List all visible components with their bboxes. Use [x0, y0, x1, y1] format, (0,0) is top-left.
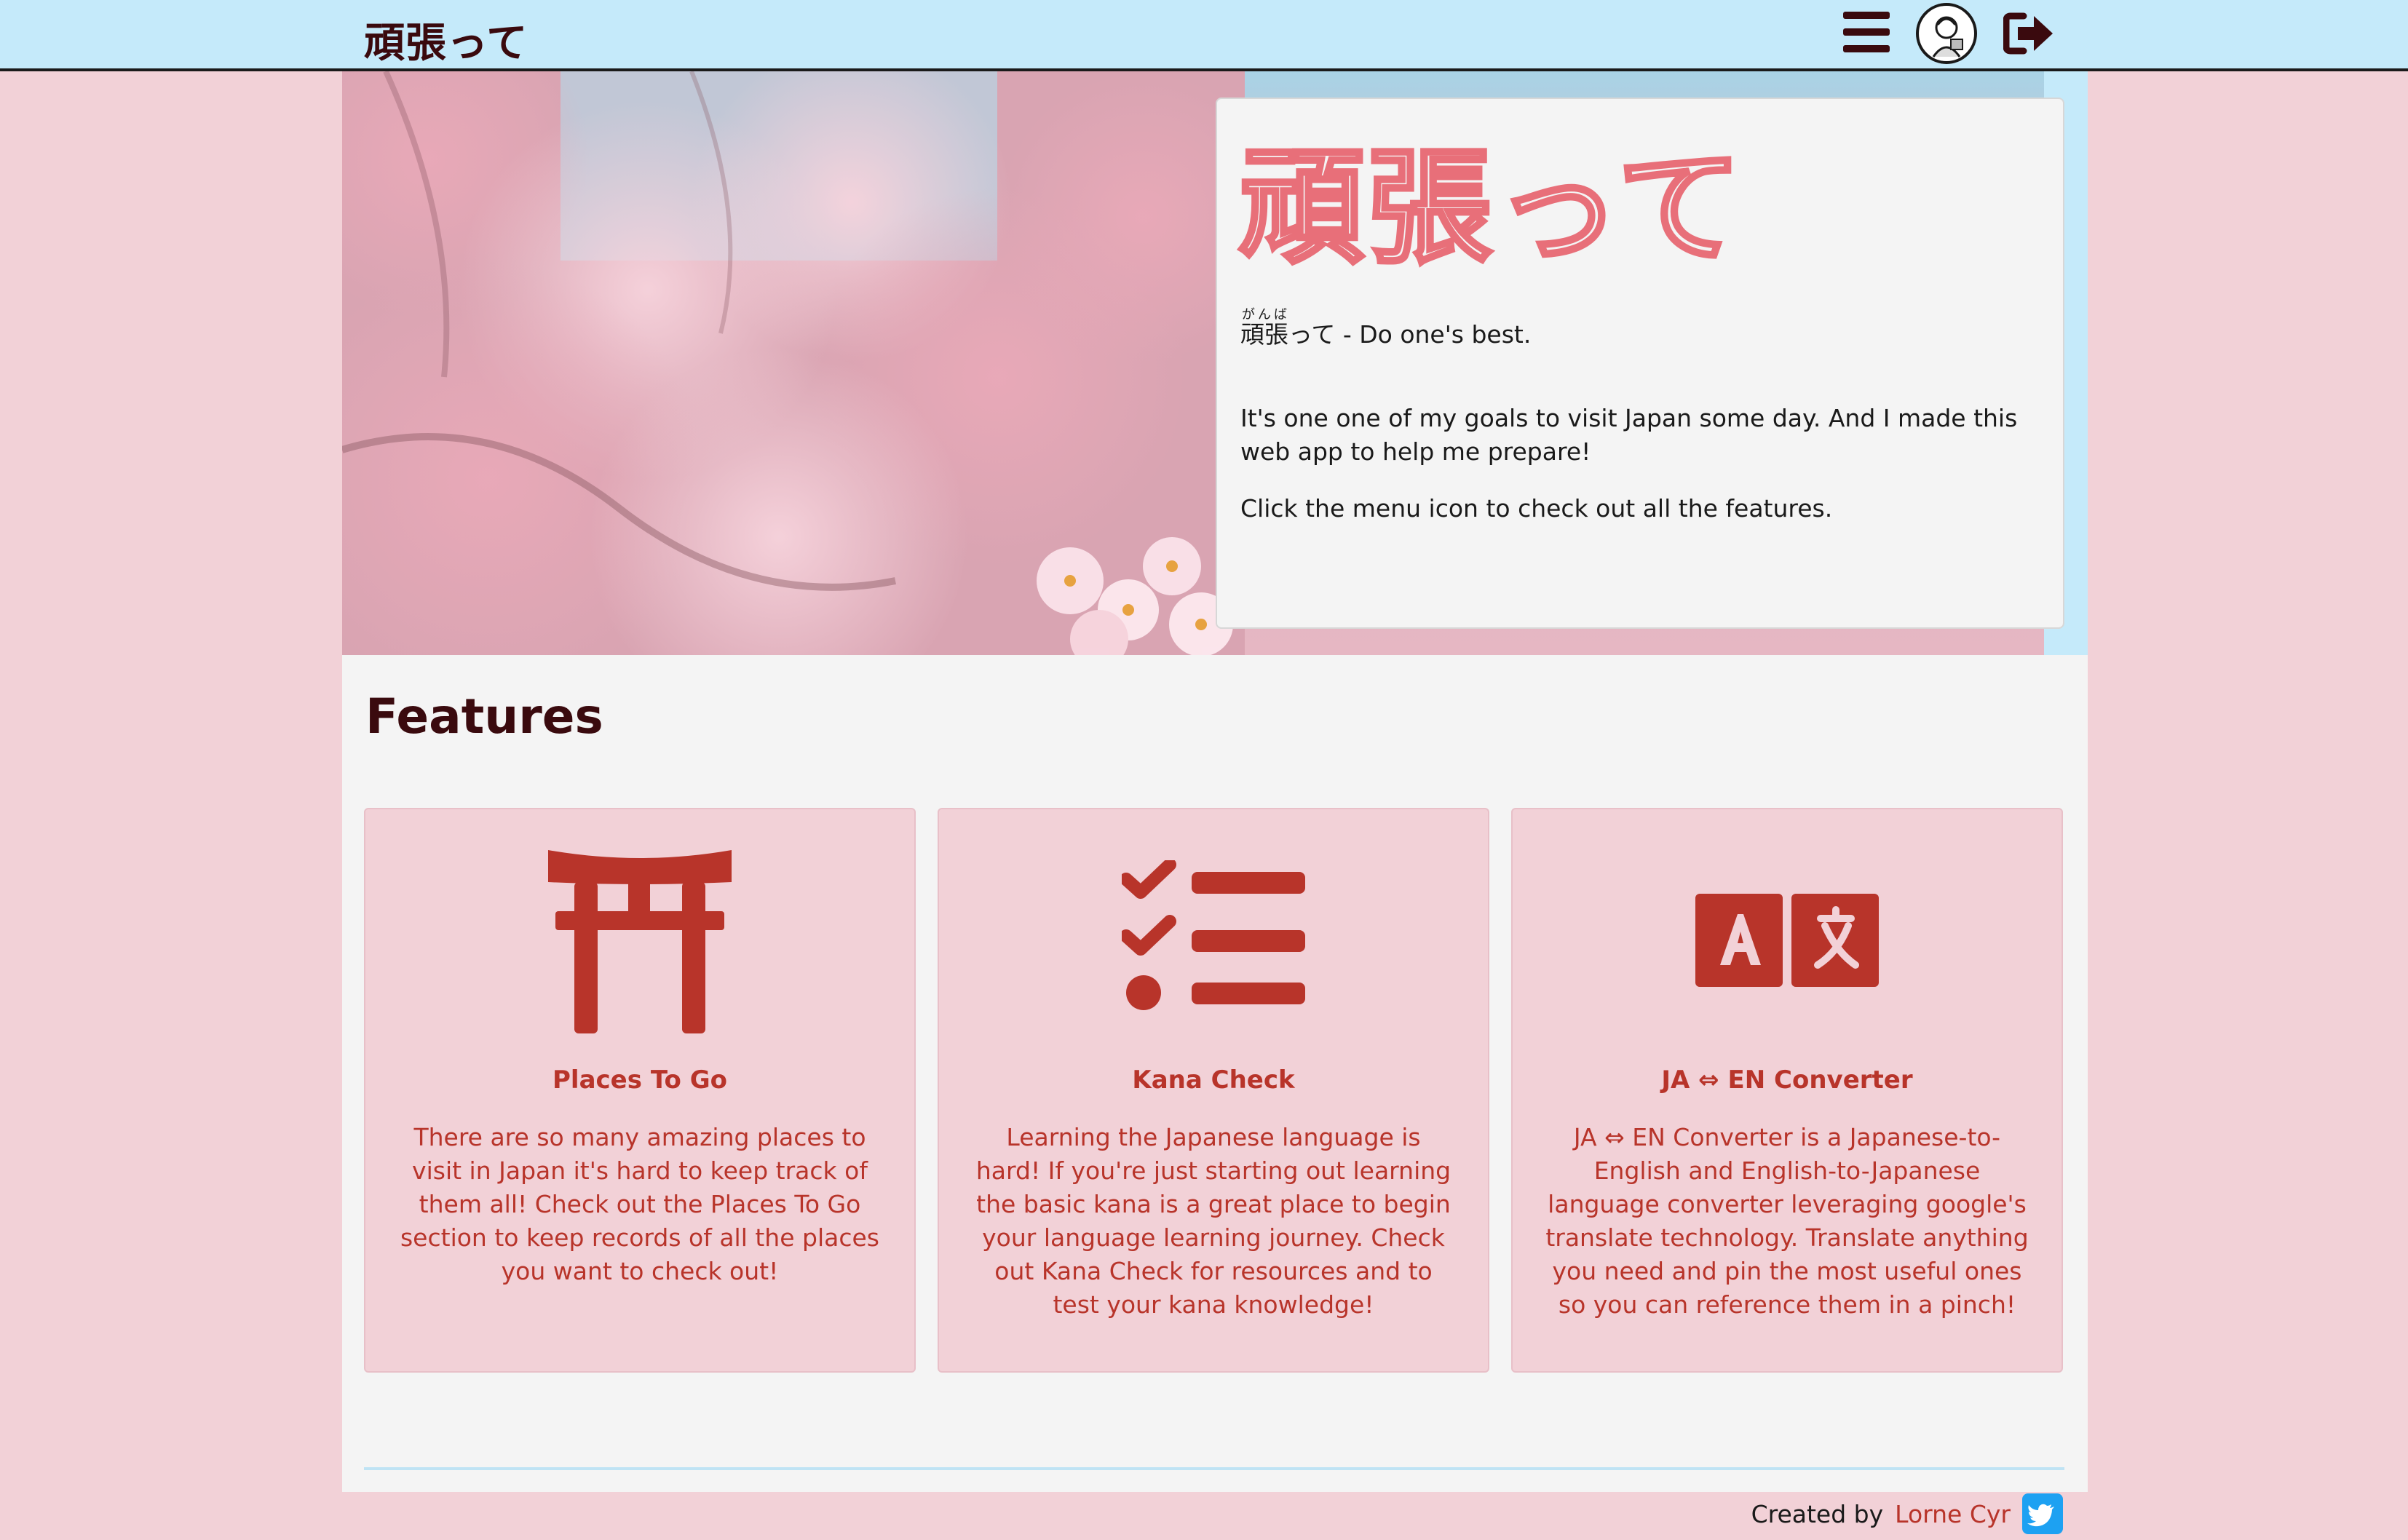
hamburger-menu-icon[interactable] [1843, 10, 1890, 54]
card-title: Places To Go [553, 1065, 727, 1095]
goal-text: It's one one of my goals to visit Japan … [1240, 404, 2018, 466]
phrase-meaning: 頑張がんばって - Do one's best. [1240, 307, 2034, 352]
created-by-label: Created by [1751, 1499, 1884, 1528]
hero-banner: 頑張って 頑張がんばって - Do one's best. It's one o… [342, 71, 2088, 655]
feature-card-converter[interactable]: JA ⇔ EN Converter JA ⇔ EN Converter is a… [1511, 808, 2063, 1373]
main-content: 頑張って 頑張がんばって - Do one's best. It's one o… [342, 71, 2088, 1534]
meaning-kanji: 頑張 [1240, 320, 1288, 349]
checklist-icon [1120, 858, 1305, 1013]
card-description: Learning the Japanese language is hard! … [975, 1123, 1451, 1319]
twitter-icon[interactable] [2022, 1493, 2063, 1534]
top-navbar: 頑張って [0, 0, 2408, 71]
avatar-illustration-icon [1932, 16, 1963, 57]
feature-card-kana-check[interactable]: Kana Check Learning the Japanese languag… [938, 808, 1489, 1373]
footer: Created by Lorne Cyr [1751, 1493, 2063, 1534]
features-heading: Features [365, 688, 603, 745]
card-description: There are so many amazing places to visi… [400, 1123, 879, 1285]
meaning-furigana: がんば [1240, 307, 1288, 322]
card-title: JA ⇔ EN Converter [1661, 1065, 1913, 1095]
card-description: JA ⇔ EN Converter is a Japanese-to-Engli… [1545, 1123, 2029, 1319]
card-title: Kana Check [1132, 1065, 1295, 1095]
hero-title: 頑張って [1237, 135, 1746, 281]
footer-divider [364, 1467, 2064, 1470]
sign-out-icon[interactable] [2003, 12, 2054, 55]
translate-icon [1695, 894, 1879, 990]
cherry-blossom-image [342, 71, 1245, 655]
menu-hint-text: Click the menu icon to check out all the… [1240, 494, 1833, 523]
meaning-rest: って - Do one's best. [1288, 320, 1532, 349]
author-link[interactable]: Lorne Cyr [1895, 1500, 2011, 1528]
user-avatar[interactable] [1916, 3, 1977, 64]
brand-logo[interactable]: 頑張って [364, 10, 528, 69]
intro-card: 頑張って 頑張がんばって - Do one's best. It's one o… [1216, 98, 2064, 629]
torii-gate-icon [548, 850, 732, 1036]
feature-card-places-to-go[interactable]: Places To Go There are so many amazing p… [364, 808, 916, 1373]
